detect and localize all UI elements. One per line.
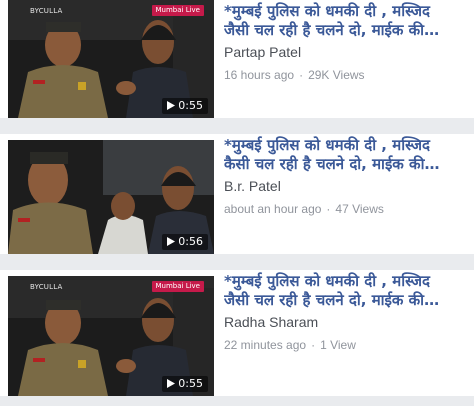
location-tag: BYCULLA	[30, 283, 63, 291]
video-meta: *मुम्बई पुलिस को धमकी दी , मस्जिद कैसी च…	[224, 136, 466, 216]
video-duration: 0:55	[178, 377, 203, 390]
play-duration-badge[interactable]: 0:55	[162, 376, 208, 392]
separator: ·	[311, 338, 316, 352]
video-title-line1[interactable]: *मुम्बई पुलिस को धमकी दी , मस्जिद	[224, 136, 466, 155]
author-name[interactable]: B.r. Patel	[224, 178, 466, 194]
view-count: 29K Views	[308, 68, 365, 82]
video-title-line1[interactable]: *मुम्बई पुलिस को धमकी दी , मस्जिद	[224, 2, 466, 21]
play-icon	[167, 237, 176, 246]
separator: ·	[326, 202, 331, 216]
view-count: 47 Views	[335, 202, 384, 216]
video-stats: about an hour ago · 47 Views	[224, 202, 466, 216]
video-title-line2[interactable]: जैसी चल रही है चलने दो, माईक की…	[224, 21, 466, 40]
video-title-line2[interactable]: जैसी चल रही है चलने दो, माईक की…	[224, 291, 466, 310]
play-icon	[167, 101, 176, 110]
video-thumbnail[interactable]: BYCULLA Mumbai Live 0:55	[8, 0, 214, 118]
post-time[interactable]: 22 minutes ago	[224, 338, 306, 352]
video-card: BYCULLA Mumbai Live 0:55 *मुम्बई पुलिस क…	[0, 0, 474, 118]
play-duration-badge[interactable]: 0:56	[162, 234, 208, 250]
view-count: 1 View	[320, 338, 356, 352]
video-feed: BYCULLA Mumbai Live 0:55 *मुम्बई पुलिस क…	[0, 0, 474, 406]
video-card: BYCULLA Mumbai Live 0:55 *मुम्बई पुलिस क…	[0, 270, 474, 396]
video-card: 0:56 *मुम्बई पुलिस को धमकी दी , मस्जिद क…	[0, 134, 474, 254]
video-thumbnail[interactable]: 0:56	[8, 140, 214, 254]
video-thumbnail[interactable]: BYCULLA Mumbai Live 0:55	[8, 276, 214, 396]
video-stats: 16 hours ago · 29K Views	[224, 68, 466, 82]
video-duration: 0:55	[178, 99, 203, 112]
video-title-line1[interactable]: *मुम्बई पुलिस को धमकी दी , मस्जिद	[224, 272, 466, 291]
channel-logo: Mumbai Live	[151, 5, 204, 16]
play-icon	[167, 379, 176, 388]
play-duration-badge[interactable]: 0:55	[162, 98, 208, 114]
video-title-line2[interactable]: कैसी चल रही है चलने दो, माईक की…	[224, 155, 466, 174]
channel-logo: Mumbai Live	[151, 281, 204, 292]
author-name[interactable]: Partap Patel	[224, 44, 466, 60]
location-tag: BYCULLA	[30, 7, 63, 15]
video-meta: *मुम्बई पुलिस को धमकी दी , मस्जिद जैसी च…	[224, 2, 466, 82]
video-meta: *मुम्बई पुलिस को धमकी दी , मस्जिद जैसी च…	[224, 272, 466, 352]
post-time[interactable]: 16 hours ago	[224, 68, 294, 82]
post-time[interactable]: about an hour ago	[224, 202, 321, 216]
video-stats: 22 minutes ago · 1 View	[224, 338, 466, 352]
video-duration: 0:56	[178, 235, 203, 248]
separator: ·	[299, 68, 304, 82]
author-name[interactable]: Radha Sharam	[224, 314, 466, 330]
